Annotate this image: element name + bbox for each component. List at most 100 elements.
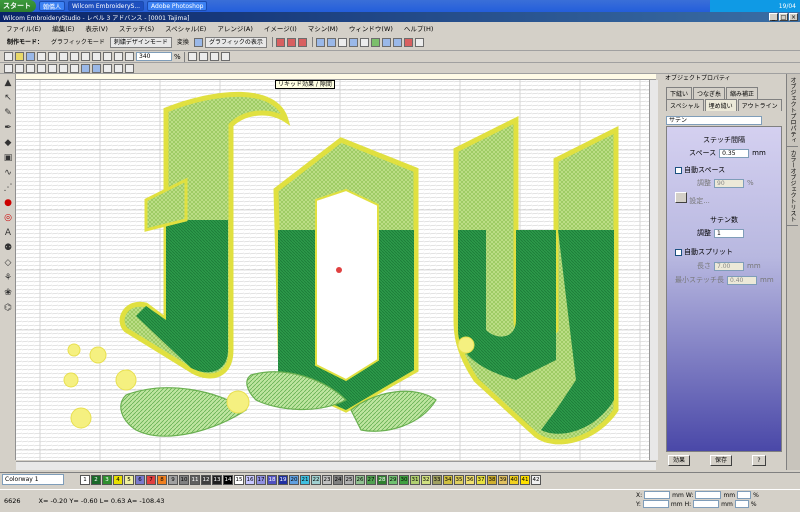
color-swatch[interactable]: 5 xyxy=(124,474,134,485)
tab-special[interactable]: スペシャル xyxy=(666,99,704,111)
color-swatch[interactable]: 25 xyxy=(344,474,354,485)
zoom-icon[interactable] xyxy=(114,52,123,61)
globe-icon[interactable] xyxy=(193,37,203,47)
monitor-icon[interactable] xyxy=(403,37,413,47)
horizontal-scrollbar[interactable] xyxy=(16,461,656,470)
view-icon[interactable] xyxy=(359,37,369,47)
pen-icon[interactable]: ✒ xyxy=(2,122,14,134)
color-swatch[interactable]: 10 xyxy=(179,474,189,485)
run-icon[interactable]: ∿ xyxy=(2,167,14,179)
fill-tool-icon[interactable] xyxy=(286,37,296,47)
taskbar-button-photoshop[interactable]: Adobe Photoshop xyxy=(147,1,208,11)
tool-g-icon[interactable] xyxy=(70,63,79,73)
tool-k-icon[interactable] xyxy=(114,63,123,73)
grid-icon[interactable] xyxy=(315,37,325,47)
pattern-tool-icon[interactable] xyxy=(297,37,307,47)
lettering-icon[interactable]: A xyxy=(2,227,14,239)
taskbar-button-folder[interactable]: 翰僑人 xyxy=(39,1,66,11)
redo-icon[interactable] xyxy=(103,52,112,61)
tool-i-icon[interactable] xyxy=(92,63,101,73)
color-swatch[interactable]: 7 xyxy=(146,474,156,485)
adjust-input[interactable]: 90 xyxy=(714,178,744,188)
color-swatch[interactable]: 24 xyxy=(333,474,343,485)
color-swatch[interactable]: 40 xyxy=(509,474,519,485)
color-swatch[interactable]: 12 xyxy=(201,474,211,485)
color-swatch[interactable]: 14 xyxy=(223,474,233,485)
select-icon[interactable] xyxy=(209,52,219,61)
min-stitch-input[interactable]: 0.40 xyxy=(727,275,757,285)
length-input[interactable]: 7.00 xyxy=(714,261,744,271)
color-swatch[interactable]: 21 xyxy=(300,474,310,485)
graphic-mode-button[interactable]: グラフィックモード xyxy=(48,37,108,48)
appliqué-icon[interactable]: ⚘ xyxy=(2,272,14,284)
color-swatch[interactable]: 35 xyxy=(454,474,464,485)
color-swatch[interactable]: 29 xyxy=(388,474,398,485)
stitch-type-select[interactable]: サテン xyxy=(666,116,762,125)
satin-tool-icon[interactable] xyxy=(275,37,285,47)
color-swatch[interactable]: 18 xyxy=(267,474,277,485)
complex-fill-icon[interactable]: ▣ xyxy=(2,152,14,164)
grid2-icon[interactable] xyxy=(326,37,336,47)
tab-color-object-list[interactable]: カラーオブジェクトリスト xyxy=(787,147,798,226)
menu-arrange[interactable]: アレンジ(A) xyxy=(217,23,253,33)
color-swatch[interactable]: 32 xyxy=(421,474,431,485)
save-icon[interactable] xyxy=(26,52,35,61)
color-swatch[interactable]: 1 xyxy=(80,474,90,485)
arrow-select-icon[interactable]: ▲ xyxy=(2,77,14,89)
preview-icon[interactable] xyxy=(48,52,57,61)
apply-button[interactable]: 効果 xyxy=(668,455,690,466)
tab-pull-comp[interactable]: 縮み補正 xyxy=(726,87,759,99)
color-swatch[interactable]: 3 xyxy=(102,474,112,485)
color-swatch[interactable]: 28 xyxy=(377,474,387,485)
maximize-button[interactable]: □ xyxy=(779,13,788,21)
tab-object-properties[interactable]: オブジェクトプロパティ xyxy=(787,74,798,147)
reshape-icon[interactable]: ↖ xyxy=(2,92,14,104)
layers-icon[interactable] xyxy=(381,37,391,47)
color-swatch[interactable]: 34 xyxy=(443,474,453,485)
tool-a-icon[interactable] xyxy=(4,63,13,73)
letter-o[interactable] xyxy=(273,137,419,413)
color-swatch[interactable]: 33 xyxy=(432,474,442,485)
help-button[interactable]: ? xyxy=(752,455,766,466)
color-swatch[interactable]: 11 xyxy=(190,474,200,485)
motif-icon[interactable]: ❀ xyxy=(2,287,14,299)
start-button[interactable]: スタート xyxy=(0,0,36,12)
color-swatch[interactable]: 19 xyxy=(278,474,288,485)
triple-run-icon[interactable]: ⋰ xyxy=(2,182,14,194)
colorway-select[interactable]: Colorway 1 xyxy=(2,474,64,485)
hole-icon[interactable]: ⌬ xyxy=(2,302,14,314)
x-input[interactable] xyxy=(644,491,671,499)
tool-j-icon[interactable] xyxy=(103,63,112,73)
color-swatch[interactable]: 39 xyxy=(498,474,508,485)
shape-icon[interactable]: ◇ xyxy=(2,257,14,269)
tab-connectors[interactable]: つなぎ糸 xyxy=(693,87,726,99)
color-swatch[interactable]: 20 xyxy=(289,474,299,485)
tool-e-icon[interactable] xyxy=(48,63,57,73)
tab-outline[interactable]: アウトライン xyxy=(737,99,782,111)
design-canvas[interactable] xyxy=(16,80,656,460)
close-button[interactable]: × xyxy=(789,13,798,21)
menu-stitch[interactable]: ステッチ(S) xyxy=(119,23,154,33)
color-swatch[interactable]: 36 xyxy=(465,474,475,485)
color-swatch[interactable]: 2 xyxy=(91,474,101,485)
menu-file[interactable]: ファイル(E) xyxy=(6,23,41,33)
tool-l-icon[interactable] xyxy=(125,63,134,73)
column-icon[interactable]: ◆ xyxy=(2,137,14,149)
embroidery-mode-button[interactable]: 刺繍デザインモード xyxy=(109,36,172,48)
color-swatch[interactable]: 31 xyxy=(410,474,420,485)
color-swatch[interactable]: 30 xyxy=(399,474,409,485)
table-icon[interactable] xyxy=(348,37,358,47)
color-swatch[interactable]: 4 xyxy=(113,474,123,485)
print-icon[interactable] xyxy=(37,52,46,61)
measure-icon[interactable] xyxy=(220,52,230,61)
color-swatch[interactable]: 38 xyxy=(487,474,497,485)
color-swatch[interactable]: 37 xyxy=(476,474,486,485)
menu-special[interactable]: スペシャル(E) xyxy=(165,23,206,33)
pan-icon[interactable] xyxy=(187,52,197,61)
y-input[interactable] xyxy=(642,500,669,508)
color-swatch[interactable]: 23 xyxy=(322,474,332,485)
list-icon[interactable] xyxy=(392,37,402,47)
node-icon[interactable] xyxy=(337,37,347,47)
taskbar-button-wilcom[interactable]: Wilcom EmbroideryS... xyxy=(68,1,145,11)
space-input[interactable]: 0.35 xyxy=(719,148,750,158)
